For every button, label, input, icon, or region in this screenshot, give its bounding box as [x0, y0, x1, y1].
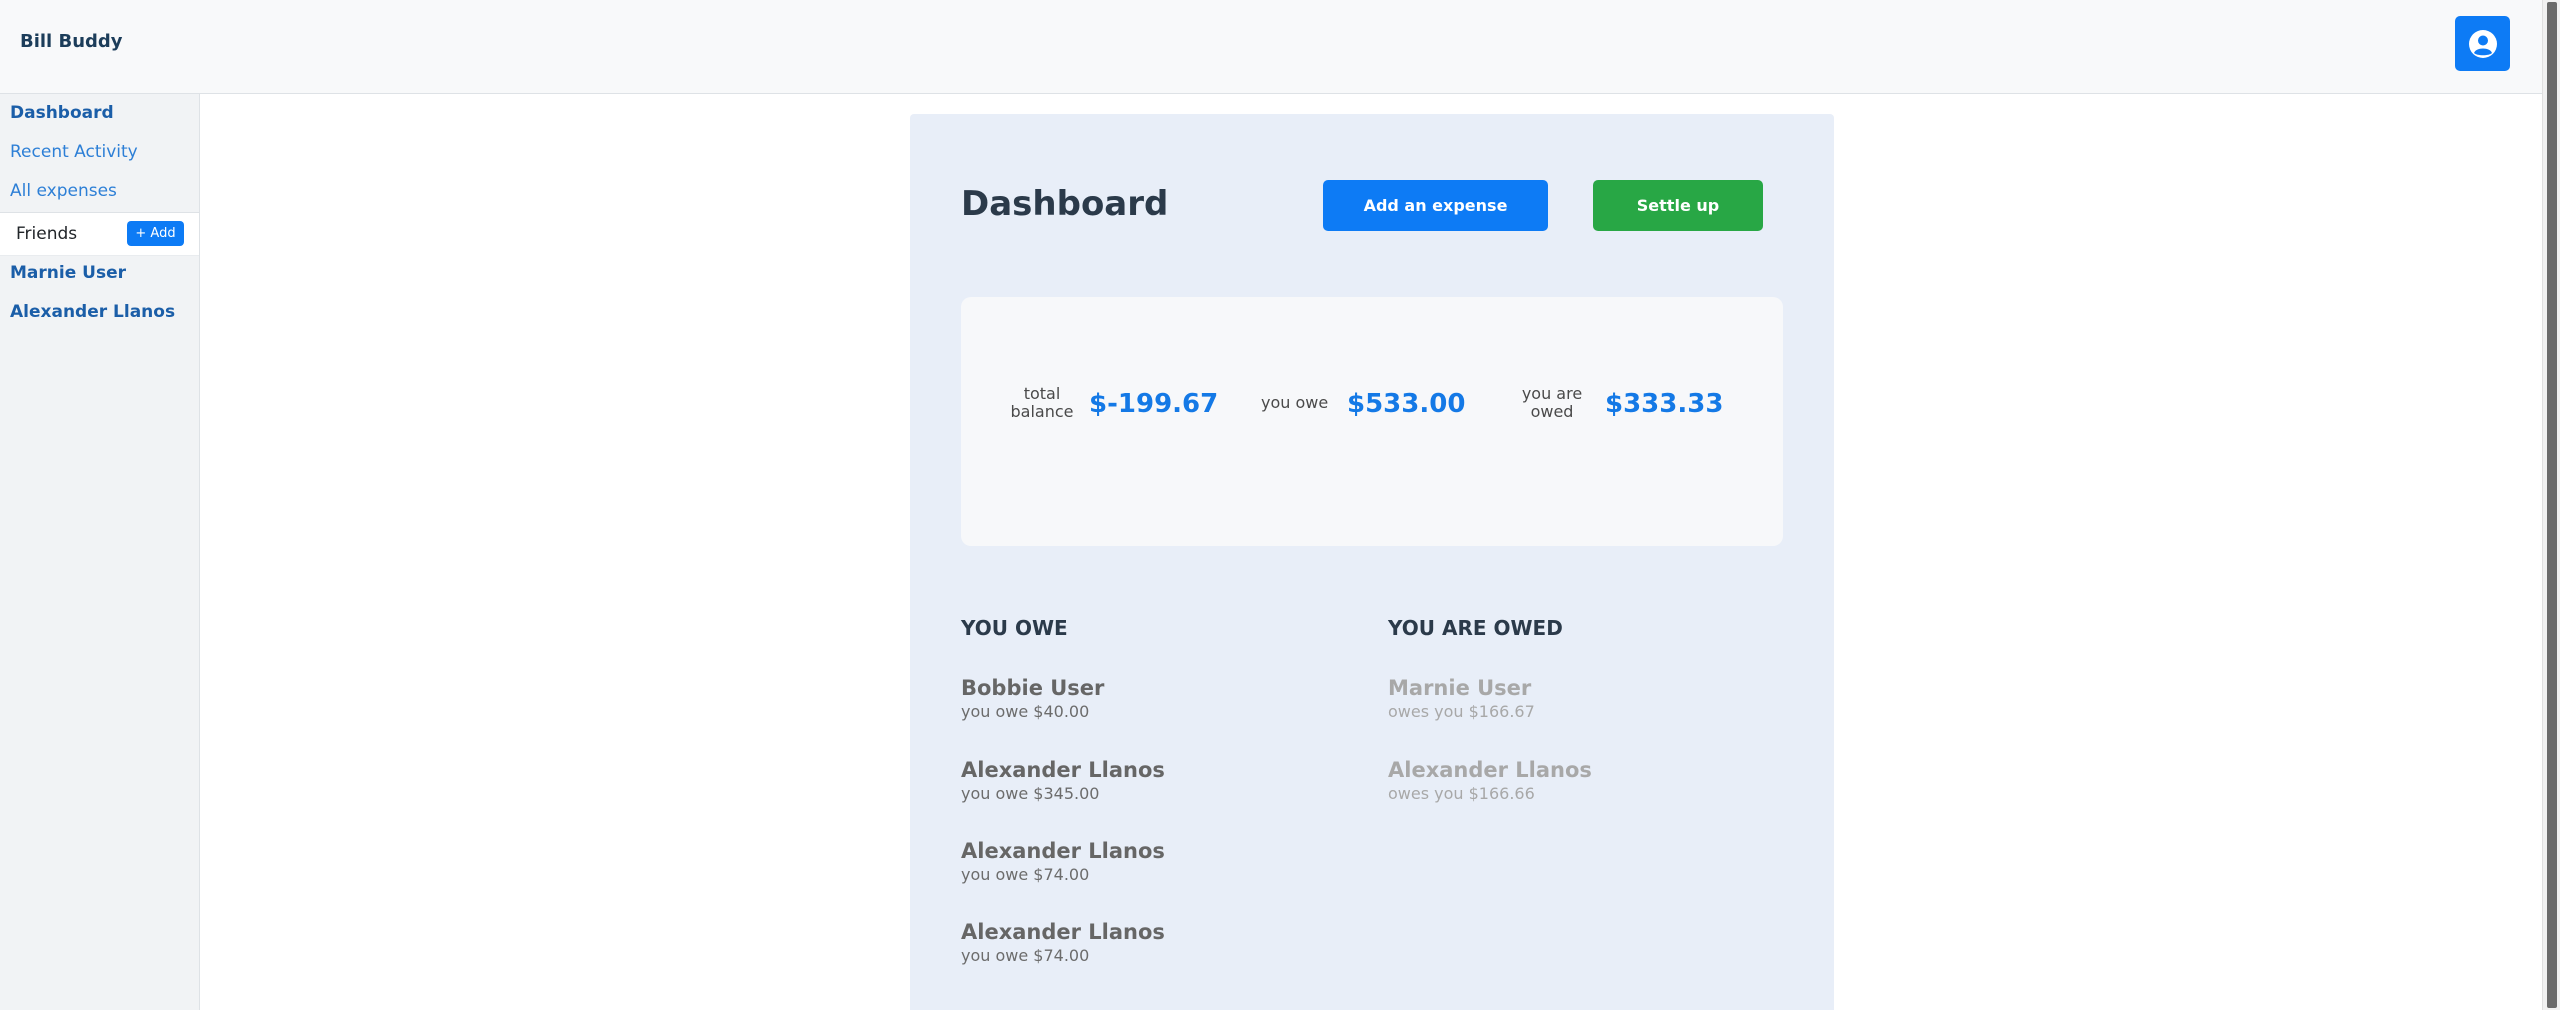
debt-amount-text: you owe $74.00	[961, 865, 1090, 884]
debt-person-name: Alexander Llanos	[961, 839, 1165, 863]
sidebar-item-dashboard[interactable]: Dashboard	[10, 103, 114, 123]
add-expense-button[interactable]: Add an expense	[1323, 180, 1548, 231]
sidebar-friend-item[interactable]: Alexander Llanos	[10, 302, 175, 322]
credit-person-name: Alexander Llanos	[1388, 758, 1592, 782]
you-are-owed-label-line2: owed	[1530, 402, 1574, 421]
you-are-owed-heading: YOU ARE OWED	[1388, 616, 1563, 640]
you-owe-label: you owe	[1261, 393, 1329, 412]
debt-amount-text: you owe $74.00	[961, 946, 1090, 965]
debt-amount-text: you owe $345.00	[961, 784, 1100, 803]
total-balance-label: total balance	[1002, 385, 1082, 421]
sidebar-item-recent-activity[interactable]: Recent Activity	[10, 142, 138, 162]
user-circle-icon	[2468, 29, 2497, 58]
sidebar-friend-item[interactable]: Marnie User	[10, 263, 126, 283]
scrollbar-thumb[interactable]	[2547, 2, 2557, 1008]
add-friend-button[interactable]: + Add	[127, 221, 184, 246]
you-are-owed-label-line1: you are	[1521, 384, 1583, 403]
profile-button[interactable]	[2455, 16, 2510, 71]
debt-person-name: Alexander Llanos	[961, 920, 1165, 944]
credit-amount-text: owes you $166.66	[1388, 784, 1535, 803]
credit-person-name: Marnie User	[1388, 676, 1532, 700]
sidebar: Dashboard Recent Activity All expenses F…	[0, 94, 200, 1010]
you-owe-heading: YOU OWE	[961, 616, 1068, 640]
vertical-scrollbar[interactable]	[2542, 0, 2560, 1010]
total-balance-value: $-199.67	[1089, 389, 1219, 419]
credit-amount-text: owes you $166.67	[1388, 702, 1535, 721]
friends-header: Friends + Add	[0, 212, 199, 256]
dashboard-panel: Dashboard Add an expense Settle up total…	[910, 114, 1834, 1010]
you-are-owed-value: $333.33	[1605, 389, 1724, 419]
page-title: Dashboard	[961, 184, 1169, 224]
you-are-owed-label: you are owed	[1517, 385, 1587, 421]
debt-person-name: Alexander Llanos	[961, 758, 1165, 782]
debt-amount-text: you owe $40.00	[961, 702, 1090, 721]
top-navbar: Bill Buddy	[0, 0, 2542, 94]
brand-logo-text[interactable]: Bill Buddy	[20, 31, 123, 52]
friends-label: Friends	[16, 224, 78, 244]
sidebar-item-all-expenses[interactable]: All expenses	[10, 181, 117, 201]
settle-up-button[interactable]: Settle up	[1593, 180, 1763, 231]
balance-summary-card: total balance $-199.67 you owe $533.00 y…	[961, 297, 1783, 546]
total-balance-label-line1: total	[1023, 384, 1061, 403]
debt-person-name: Bobbie User	[961, 676, 1105, 700]
total-balance-label-line2: balance	[1010, 402, 1074, 421]
you-owe-value: $533.00	[1347, 389, 1466, 419]
